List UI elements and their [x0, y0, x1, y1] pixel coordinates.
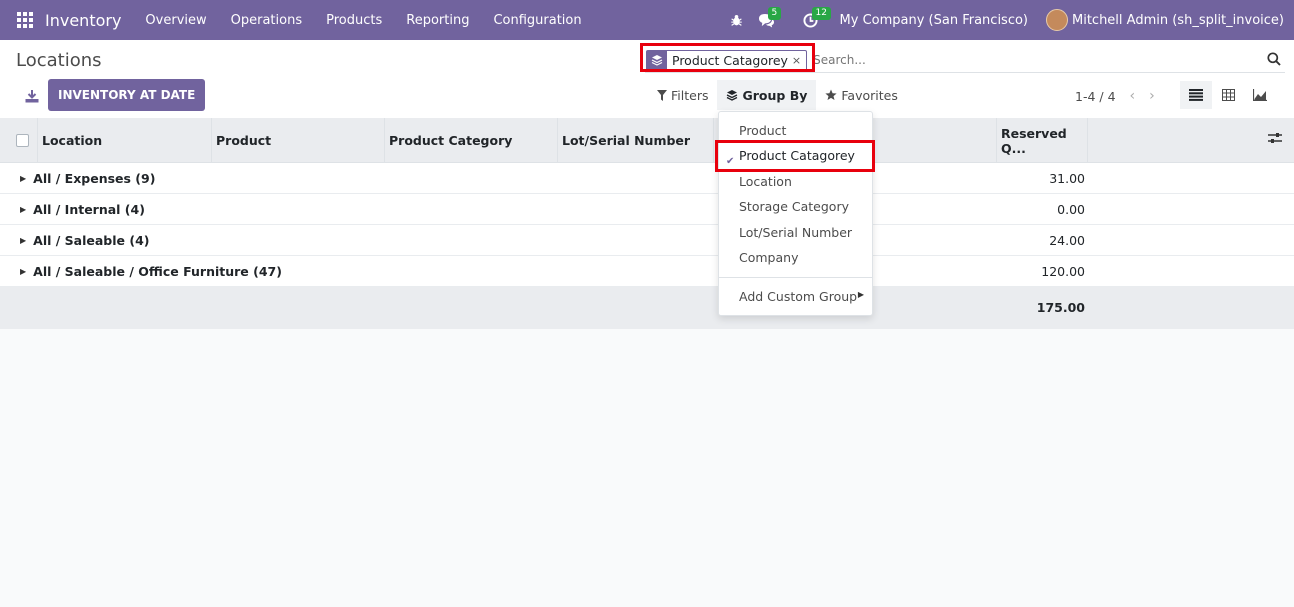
total-reserved-qty: 175.00	[1036, 300, 1085, 315]
menu-configuration[interactable]: Configuration	[481, 13, 593, 28]
groupby-option-product-category[interactable]: Product Catagorey	[739, 148, 855, 163]
menu-products[interactable]: Products	[314, 13, 394, 28]
table-total-row: 175.00	[0, 287, 1294, 329]
search-options: Filters Group By Favorites	[648, 80, 907, 110]
pager: 1-4 / 4 ‹ ›	[1075, 88, 1155, 104]
apps-menu-icon[interactable]	[17, 12, 33, 28]
activities-count-badge: 12	[811, 7, 831, 20]
table-group-row[interactable]: ▶ All / Saleable / Office Furniture (47)…	[0, 256, 1294, 287]
app-name[interactable]: Inventory	[45, 11, 121, 30]
user-avatar[interactable]	[1046, 9, 1068, 31]
top-navbar: Inventory Overview Operations Products R…	[0, 0, 1294, 40]
select-all-checkbox[interactable]	[16, 134, 29, 147]
select-all-cell	[0, 118, 38, 163]
search-bar: Product Catagorey ×	[645, 48, 1285, 73]
groupby-dropdown-menu: Product ✔ Product Catagorey Location Sto…	[718, 111, 873, 316]
column-reserved-qty[interactable]: Reserved Q...	[996, 118, 1088, 163]
favorites-label: Favorites	[841, 87, 898, 103]
filter-funnel-icon	[657, 89, 667, 101]
graph-view-icon[interactable]	[1244, 81, 1276, 109]
activities-clock-icon[interactable]: 12	[796, 0, 831, 40]
column-product-category[interactable]: Product Category	[385, 118, 558, 163]
group-label: All / Internal (4)	[33, 201, 145, 217]
checkmark-icon: ✔	[726, 156, 735, 167]
column-product[interactable]: Product	[212, 118, 385, 163]
caret-right-icon: ▶	[20, 204, 27, 214]
pivot-view-icon[interactable]	[1212, 81, 1244, 109]
favorites-toggle[interactable]: Favorites	[816, 80, 906, 110]
group-reserved-qty: 31.00	[1049, 170, 1085, 186]
star-icon	[825, 89, 837, 100]
inventory-at-date-button[interactable]: INVENTORY AT DATE	[48, 79, 206, 111]
pager-previous-icon[interactable]: ‹	[1130, 88, 1136, 104]
company-switcher[interactable]: My Company (San Francisco)	[826, 13, 1036, 28]
group-label: All / Saleable / Office Furniture (47)	[33, 263, 282, 279]
groupby-option-product[interactable]: Product	[739, 123, 786, 138]
debug-bug-icon[interactable]	[722, 0, 752, 40]
filters-toggle[interactable]: Filters	[648, 80, 717, 110]
group-reserved-qty: 120.00	[1041, 263, 1085, 279]
page-title: Locations	[16, 50, 102, 71]
facet-remove-icon[interactable]: ×	[792, 54, 806, 67]
menu-operations[interactable]: Operations	[219, 13, 314, 28]
view-switcher	[1180, 81, 1276, 109]
groupby-layers-icon	[727, 90, 738, 101]
pager-value[interactable]: 1-4 / 4	[1075, 89, 1116, 104]
messages-count-badge: 5	[767, 7, 782, 20]
groupby-toggle[interactable]: Group By	[717, 80, 817, 110]
filters-label: Filters	[671, 87, 709, 103]
control-panel: Locations INVENTORY AT DATE Product Cata…	[0, 40, 1294, 118]
caret-right-icon: ▶	[20, 235, 27, 245]
search-icon[interactable]	[1267, 52, 1281, 70]
download-icon[interactable]	[22, 86, 42, 106]
groupby-option-lot-serial[interactable]: Lot/Serial Number	[739, 225, 852, 240]
groupby-option-company[interactable]: Company	[739, 250, 798, 265]
table-group-row[interactable]: ▶ All / Internal (4) 0.00	[0, 194, 1294, 225]
group-reserved-qty: 0.00	[1057, 201, 1085, 217]
search-input[interactable]	[813, 53, 1214, 67]
caret-right-icon: ▶	[20, 173, 27, 183]
caret-right-icon: ▶	[20, 266, 27, 276]
column-lot-serial[interactable]: Lot/Serial Number	[558, 118, 714, 163]
table-group-row[interactable]: ▶ All / Saleable (4) 24.00	[0, 225, 1294, 256]
group-label: All / Expenses (9)	[33, 170, 156, 186]
locations-table: Location Product Product Category Lot/Se…	[0, 118, 1294, 329]
table-header: Location Product Product Category Lot/Se…	[0, 118, 1294, 163]
groupby-label: Group By	[742, 87, 808, 103]
table-group-row[interactable]: ▶ All / Expenses (9) 31.00	[0, 163, 1294, 194]
main-menu: Overview Operations Products Reporting C…	[133, 13, 593, 28]
menu-overview[interactable]: Overview	[133, 13, 218, 28]
add-custom-group-toggle[interactable]: Add Custom Group	[739, 289, 857, 304]
column-location[interactable]: Location	[38, 118, 212, 163]
group-reserved-qty: 24.00	[1049, 232, 1085, 248]
facet-label: Product Catagorey	[672, 52, 788, 68]
group-label: All / Saleable (4)	[33, 232, 150, 248]
messages-chat-icon[interactable]: 5	[752, 0, 782, 40]
pager-next-icon[interactable]: ›	[1149, 88, 1155, 104]
layers-icon	[647, 50, 667, 70]
caret-right-icon: ▶	[857, 290, 864, 299]
groupby-option-location[interactable]: Location	[739, 174, 792, 189]
groupby-option-storage-category[interactable]: Storage Category	[739, 199, 849, 214]
optional-columns-settings-icon[interactable]	[1268, 132, 1282, 148]
list-view-icon[interactable]	[1180, 81, 1212, 109]
groupby-facet: Product Catagorey ×	[646, 49, 808, 71]
user-menu[interactable]: Mitchell Admin (sh_split_invoice)	[1072, 13, 1294, 28]
dropdown-divider	[719, 277, 872, 278]
menu-reporting[interactable]: Reporting	[394, 13, 481, 28]
systray: 5 12 My Company (San Francisco) Mitchell…	[722, 0, 1294, 40]
